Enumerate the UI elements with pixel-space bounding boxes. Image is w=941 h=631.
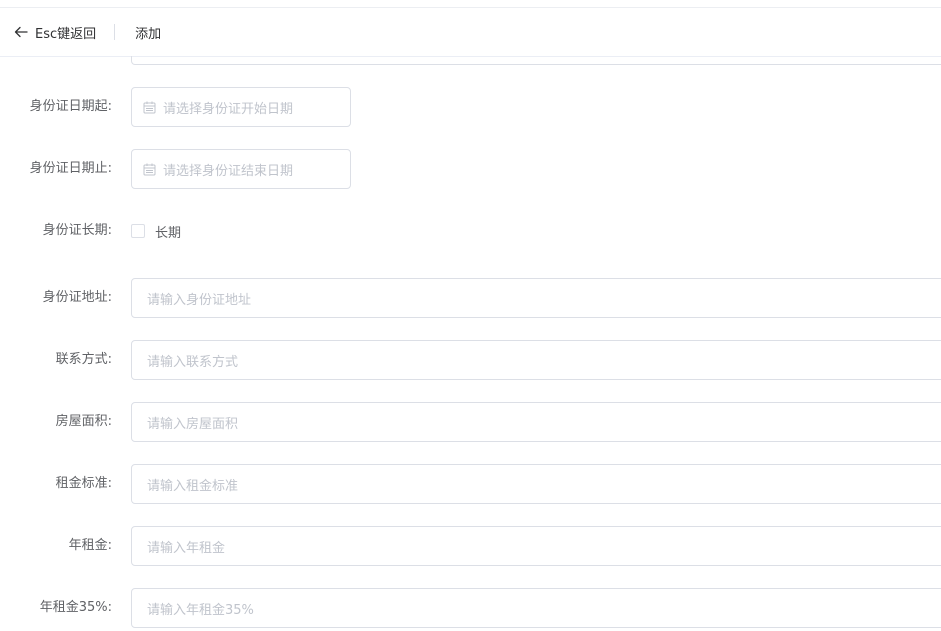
annual-rent-label: 年租金: (68, 538, 112, 553)
annual-rent-input[interactable]: 请输入年租金 (131, 526, 941, 566)
form-row-house-area: 房屋面积: 请输入房屋面积 (0, 402, 941, 442)
annual-rent-35-label: 年租金35%: (39, 600, 112, 615)
page-title: 添加 (135, 26, 162, 42)
form-row-annual-rent-35: 年租金35%: 请输入年租金35% (0, 588, 941, 628)
back-button[interactable]: Esc键返回 (13, 23, 96, 42)
rent-standard-input[interactable]: 请输入租金标准 (131, 464, 941, 504)
contact-placeholder: 请输入联系方式 (147, 354, 239, 370)
calendar-icon (143, 163, 156, 175)
id-end-label: 身份证日期止: (29, 161, 112, 176)
form-row-id-start: 身份证日期起: 请选择身份证开始日期 (0, 87, 941, 127)
arrow-left-icon (14, 26, 28, 38)
id-address-label: 身份证地址: (42, 290, 112, 305)
id-start-placeholder: 请选择身份证开始日期 (163, 101, 294, 117)
house-area-label: 房屋面积: (55, 414, 112, 429)
long-term-checkbox-wrapper[interactable]: 长期 (131, 211, 181, 251)
house-area-placeholder: 请输入房屋面积 (147, 416, 239, 432)
form-row-id-end: 身份证日期止: 请选择身份证结束日期 (0, 149, 941, 189)
annual-rent-35-placeholder: 请输入年租金35% (147, 602, 254, 618)
form-row-contact: 联系方式: 请输入联系方式 (0, 340, 941, 380)
id-start-date-picker[interactable]: 请选择身份证开始日期 (131, 87, 351, 127)
header-divider (114, 24, 116, 40)
long-term-checkbox-label[interactable]: 长期 (155, 222, 181, 241)
rent-standard-placeholder: 请输入租金标准 (147, 478, 239, 494)
annual-rent-placeholder: 请输入年租金 (147, 540, 226, 556)
id-end-placeholder: 请选择身份证结束日期 (163, 163, 294, 179)
id-long-term-label: 身份证长期: (42, 223, 112, 238)
id-end-date-picker[interactable]: 请选择身份证结束日期 (131, 149, 351, 189)
form-row-rent-standard: 租金标准: 请输入租金标准 (0, 464, 941, 504)
rent-standard-label: 租金标准: (55, 476, 112, 491)
contact-label: 联系方式: (55, 352, 112, 367)
previous-field-edge (131, 56, 941, 65)
back-label: Esc键返回 (35, 26, 97, 42)
form-row-annual-rent: 年租金: 请输入年租金 (0, 526, 941, 566)
long-term-checkbox[interactable] (131, 224, 145, 238)
page-header: Esc键返回 添加 (0, 8, 941, 57)
form-row-id-address: 身份证地址: 请输入身份证地址 (0, 278, 941, 318)
house-area-input[interactable]: 请输入房屋面积 (131, 402, 941, 442)
id-start-label: 身份证日期起: (29, 99, 112, 114)
contact-input[interactable]: 请输入联系方式 (131, 340, 941, 380)
form-row-id-long-term: 身份证长期: 长期 (0, 211, 941, 251)
id-address-input[interactable]: 请输入身份证地址 (131, 278, 941, 318)
annual-rent-35-input[interactable]: 请输入年租金35% (131, 588, 941, 628)
calendar-icon (143, 101, 156, 113)
id-address-placeholder: 请输入身份证地址 (147, 292, 252, 308)
